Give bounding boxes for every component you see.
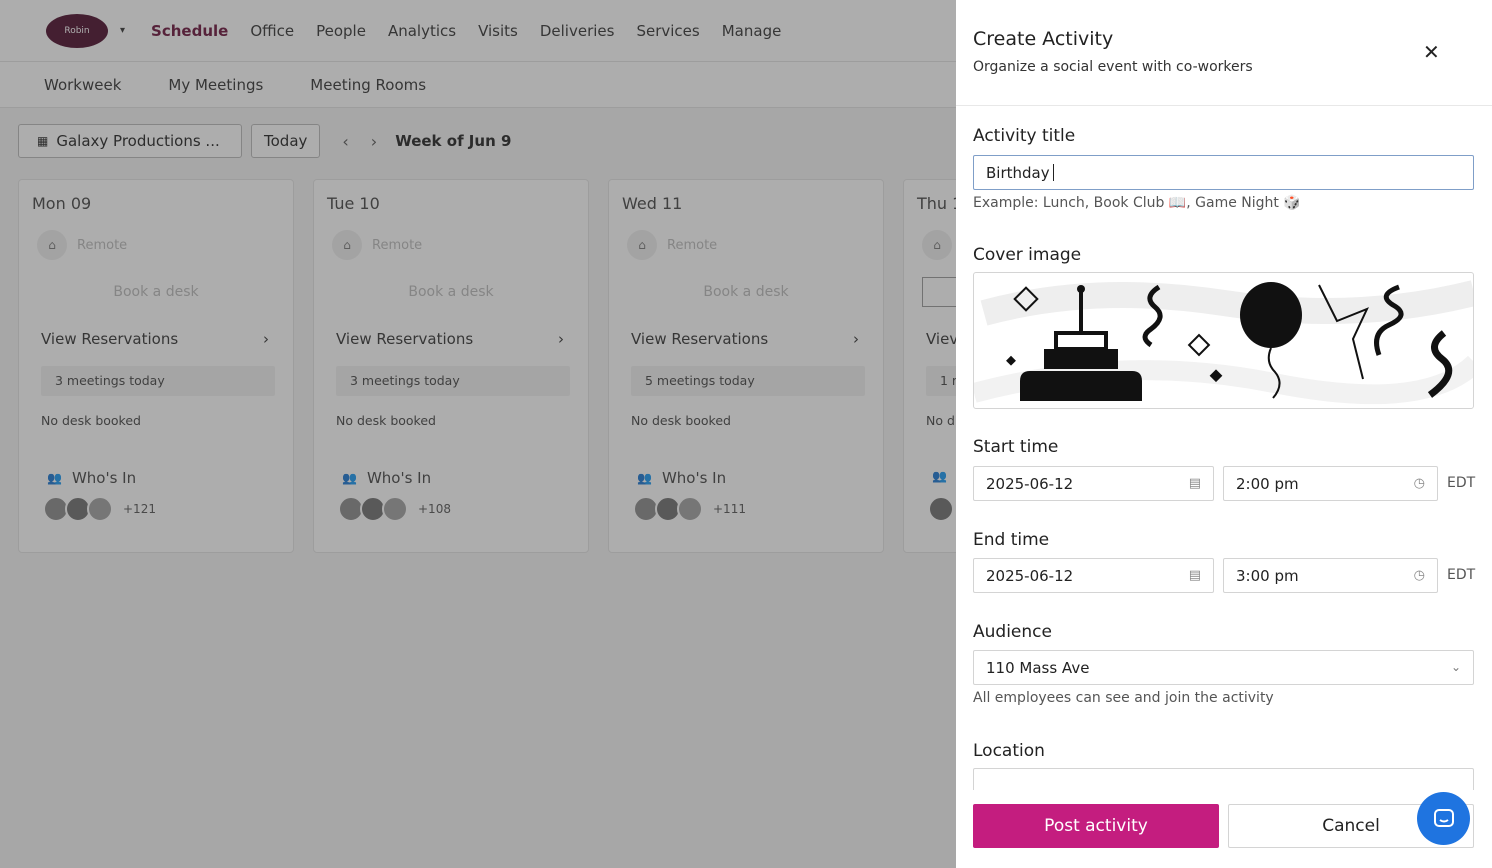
activity-title-label: Activity title bbox=[973, 126, 1076, 146]
create-activity-drawer: Create Activity Organize a social event … bbox=[956, 0, 1492, 868]
calendar-icon: ▤ bbox=[1188, 568, 1201, 583]
start-time-input[interactable]: 2:00 pm ◷ bbox=[1223, 466, 1438, 501]
start-time-label: Start time bbox=[973, 437, 1059, 457]
text-cursor bbox=[1052, 164, 1054, 181]
drawer-subtitle: Organize a social event with co-workers bbox=[973, 59, 1253, 75]
activity-title-hint: Example: Lunch, Book Club 📖, Game Night … bbox=[973, 195, 1301, 211]
cover-image-label: Cover image bbox=[973, 245, 1082, 265]
clock-icon: ◷ bbox=[1413, 568, 1425, 583]
birthday-illustration bbox=[974, 280, 1473, 405]
drawer-title: Create Activity bbox=[973, 28, 1114, 50]
audience-label: Audience bbox=[973, 622, 1052, 642]
clock-icon: ◷ bbox=[1413, 476, 1425, 491]
end-date-input[interactable]: 2025-06-12 ▤ bbox=[973, 558, 1214, 593]
chat-bubble-glyph bbox=[1433, 808, 1454, 827]
drawer-header: Create Activity Organize a social event … bbox=[956, 0, 1492, 106]
end-time-label: End time bbox=[973, 530, 1050, 550]
drawer-footer: Post activity Cancel bbox=[956, 790, 1492, 868]
location-label: Location bbox=[973, 741, 1045, 761]
modal-overlay[interactable] bbox=[0, 0, 956, 868]
end-time-input[interactable]: 3:00 pm ◷ bbox=[1223, 558, 1438, 593]
end-timezone: EDT bbox=[1447, 567, 1476, 583]
start-date-input[interactable]: 2025-06-12 ▤ bbox=[973, 466, 1214, 501]
audience-hint: All employees can see and join the activ… bbox=[973, 690, 1274, 706]
calendar-icon: ▤ bbox=[1188, 476, 1201, 491]
chat-icon[interactable] bbox=[1417, 792, 1470, 845]
activity-title-input[interactable]: Birthday bbox=[973, 155, 1474, 190]
cover-image[interactable] bbox=[973, 272, 1474, 409]
start-timezone: EDT bbox=[1447, 475, 1476, 491]
audience-select[interactable]: 110 Mass Ave ⌄ bbox=[973, 650, 1474, 685]
chevron-down-icon: ⌄ bbox=[1450, 660, 1461, 674]
close-icon[interactable]: ✕ bbox=[1423, 40, 1440, 64]
post-activity-button[interactable]: Post activity bbox=[973, 804, 1219, 848]
